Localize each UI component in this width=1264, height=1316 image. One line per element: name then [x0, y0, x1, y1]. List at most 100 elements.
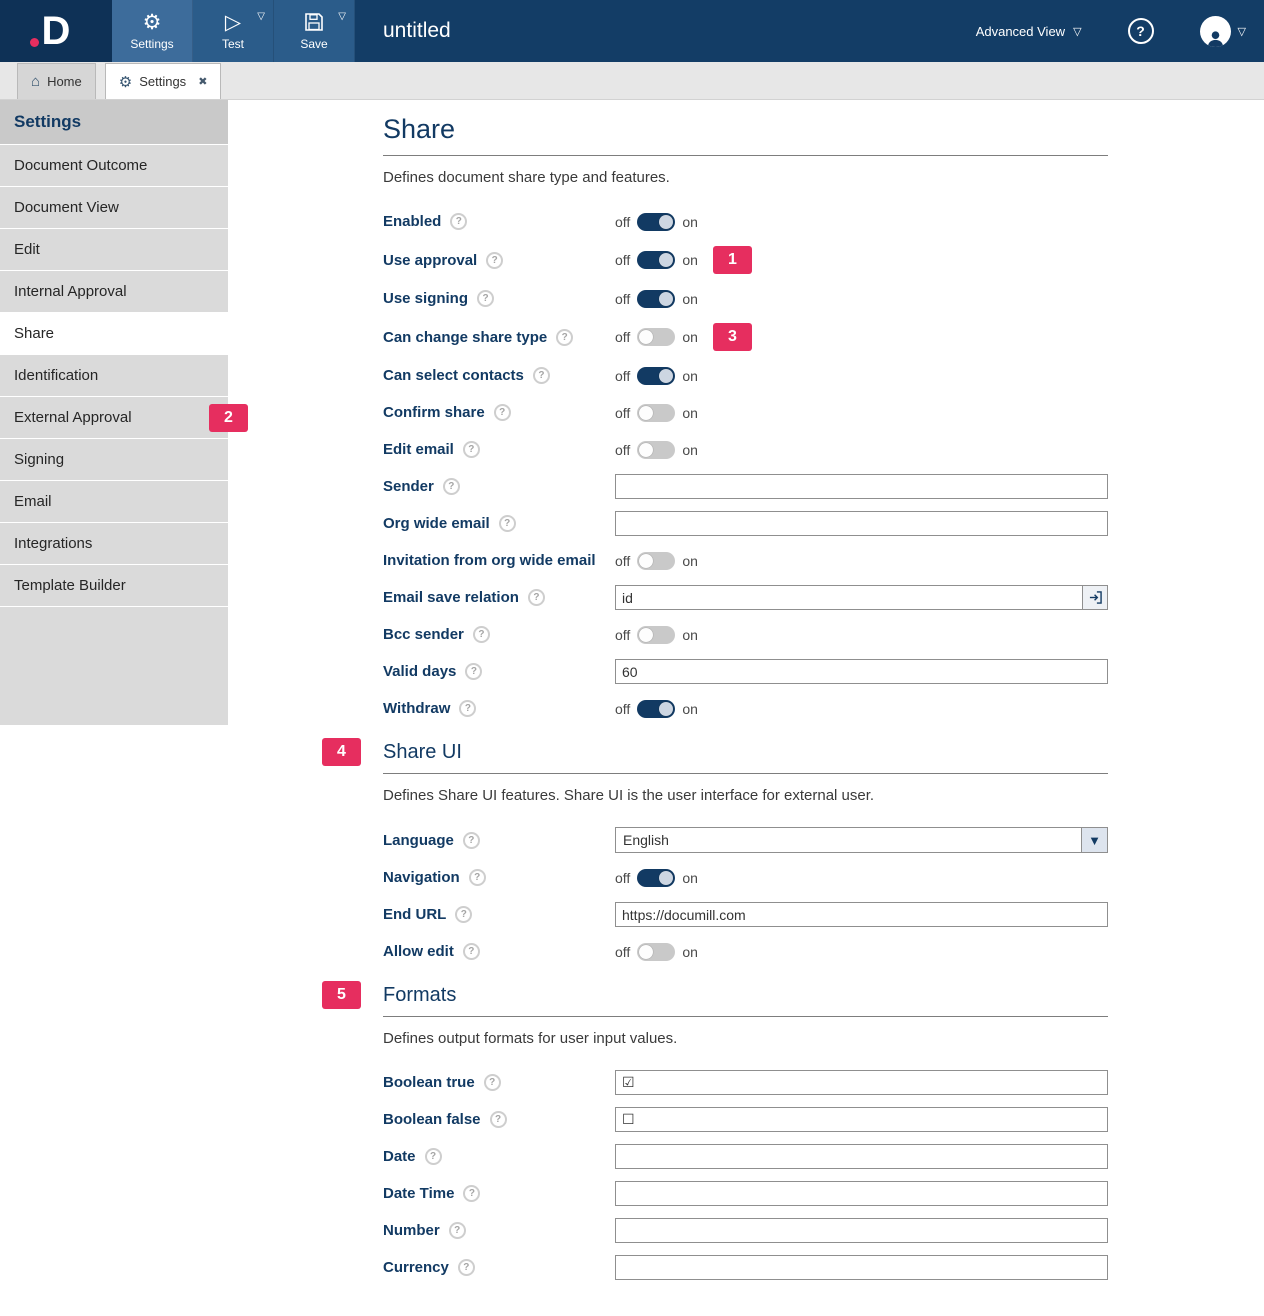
- withdraw-toggle[interactable]: [637, 700, 675, 718]
- form-row-valid-days: Valid days ?: [383, 659, 1108, 684]
- toolbar: ⚙ Settings ▽ ▷ Test ▽ Save: [112, 0, 355, 62]
- app-logo[interactable]: D: [0, 0, 112, 62]
- help-icon[interactable]: ?: [494, 404, 511, 421]
- valid-days-input[interactable]: [615, 659, 1108, 684]
- bcc-sender-toggle[interactable]: [637, 626, 675, 644]
- share-ui-section-title: 4 Share UI: [383, 741, 1108, 774]
- edit-email-toggle[interactable]: [637, 441, 675, 459]
- sidebar-item-label: Identification: [14, 367, 98, 384]
- sidebar-item-identification[interactable]: Identification: [0, 355, 228, 397]
- field-label: Navigation: [383, 869, 460, 886]
- sidebar-item-edit[interactable]: Edit: [0, 229, 228, 271]
- help-icon[interactable]: ?: [463, 1185, 480, 1202]
- sidebar-item-external-approval[interactable]: External Approval 2: [0, 397, 228, 439]
- help-icon[interactable]: ?: [463, 943, 480, 960]
- toggle-off-label: off: [615, 701, 630, 717]
- help-icon[interactable]: ?: [477, 290, 494, 307]
- field-label: Bcc sender: [383, 626, 464, 643]
- sidebar-item-signing[interactable]: Signing: [0, 439, 228, 481]
- help-icon[interactable]: ?: [459, 700, 476, 717]
- toggle-knob: [659, 215, 673, 229]
- test-dropdown-icon[interactable]: ▽: [257, 11, 265, 22]
- test-button[interactable]: ▽ ▷ Test: [193, 0, 274, 62]
- save-dropdown-icon[interactable]: ▽: [338, 11, 346, 22]
- help-icon[interactable]: ?: [469, 869, 486, 886]
- sidebar-item-share[interactable]: Share: [0, 313, 228, 355]
- sidebar-item-document-view[interactable]: Document View: [0, 187, 228, 229]
- help-icon[interactable]: ?: [484, 1074, 501, 1091]
- help-icon[interactable]: ?: [450, 213, 467, 230]
- help-icon[interactable]: ?: [556, 329, 573, 346]
- sidebar-item-label: Signing: [14, 451, 64, 468]
- can-change-share-type-toggle[interactable]: [637, 328, 675, 346]
- form-row-enabled: Enabled ? off on: [383, 209, 1108, 234]
- number-input[interactable]: [615, 1218, 1108, 1243]
- sidebar-item-email[interactable]: Email: [0, 481, 228, 523]
- tab-settings[interactable]: ⚙ Settings ✖: [105, 63, 222, 99]
- use-approval-toggle[interactable]: [637, 251, 675, 269]
- sidebar-item-template-builder[interactable]: Template Builder: [0, 565, 228, 607]
- currency-input[interactable]: [615, 1255, 1108, 1280]
- sidebar-item-document-outcome[interactable]: Document Outcome: [0, 145, 228, 187]
- can-select-contacts-toggle[interactable]: [637, 367, 675, 385]
- section-description: Defines document share type and features…: [383, 169, 1108, 186]
- settings-button[interactable]: ⚙ Settings: [112, 0, 193, 62]
- help-icon[interactable]: ?: [463, 441, 480, 458]
- boolean-false-input[interactable]: [615, 1107, 1108, 1132]
- chevron-down-icon[interactable]: ▼: [1081, 828, 1107, 852]
- allow-edit-toggle[interactable]: [637, 943, 675, 961]
- help-icon[interactable]: ?: [443, 478, 460, 495]
- save-button-label: Save: [300, 37, 327, 51]
- sender-input[interactable]: [615, 474, 1108, 499]
- save-button[interactable]: ▽ Save: [274, 0, 355, 62]
- invitation-org-wide-email-toggle[interactable]: [637, 552, 675, 570]
- org-wide-email-input[interactable]: [615, 511, 1108, 536]
- help-button[interactable]: ?: [1128, 18, 1154, 44]
- date-time-input[interactable]: [615, 1181, 1108, 1206]
- toggle-off-label: off: [615, 252, 630, 268]
- help-icon[interactable]: ?: [425, 1148, 442, 1165]
- language-select[interactable]: English ▼: [615, 827, 1108, 853]
- user-menu[interactable]: ▽: [1200, 16, 1246, 47]
- help-icon[interactable]: ?: [473, 626, 490, 643]
- help-icon[interactable]: ?: [499, 515, 516, 532]
- toggle-off-label: off: [615, 870, 630, 886]
- toggle-knob: [639, 443, 653, 457]
- help-icon[interactable]: ?: [463, 832, 480, 849]
- confirm-share-toggle[interactable]: [637, 404, 675, 422]
- help-icon[interactable]: ?: [533, 367, 550, 384]
- navigation-toggle[interactable]: [637, 869, 675, 887]
- boolean-true-input[interactable]: [615, 1070, 1108, 1095]
- toggle-off-label: off: [615, 291, 630, 307]
- enabled-toggle[interactable]: [637, 213, 675, 231]
- test-button-label: Test: [222, 37, 244, 51]
- tab-home[interactable]: ⌂ Home: [17, 63, 96, 99]
- help-icon[interactable]: ?: [465, 663, 482, 680]
- use-signing-toggle[interactable]: [637, 290, 675, 308]
- end-url-input[interactable]: [615, 902, 1108, 927]
- help-icon[interactable]: ?: [486, 252, 503, 269]
- help-icon[interactable]: ?: [449, 1222, 466, 1239]
- help-icon[interactable]: ?: [455, 906, 472, 923]
- toggle-knob: [639, 330, 653, 344]
- sidebar-item-internal-approval[interactable]: Internal Approval: [0, 271, 228, 313]
- toggle-knob: [639, 554, 653, 568]
- settings-sidebar: Settings Document Outcome Document View …: [0, 100, 228, 725]
- sidebar-item-integrations[interactable]: Integrations: [0, 523, 228, 565]
- form-row-org-wide-email: Org wide email ?: [383, 511, 1108, 536]
- annotation-badge-3: 3: [713, 323, 752, 351]
- close-icon[interactable]: ✖: [198, 75, 207, 88]
- avatar[interactable]: [1200, 16, 1231, 47]
- advanced-view-menu[interactable]: Advanced View ▽: [976, 24, 1082, 39]
- email-save-relation-input[interactable]: [615, 585, 1082, 610]
- field-label: Use approval: [383, 252, 477, 269]
- help-icon[interactable]: ?: [528, 589, 545, 606]
- help-icon[interactable]: ?: [458, 1259, 475, 1276]
- help-icon[interactable]: ?: [490, 1111, 507, 1128]
- logo-dot-icon: [30, 38, 39, 47]
- date-input[interactable]: [615, 1144, 1108, 1169]
- field-label: Can select contacts: [383, 367, 524, 384]
- form-row-can-select-contacts: Can select contacts ? off on: [383, 363, 1108, 388]
- field-picker-button[interactable]: [1082, 585, 1108, 610]
- sidebar-item-label: Document View: [14, 199, 119, 216]
